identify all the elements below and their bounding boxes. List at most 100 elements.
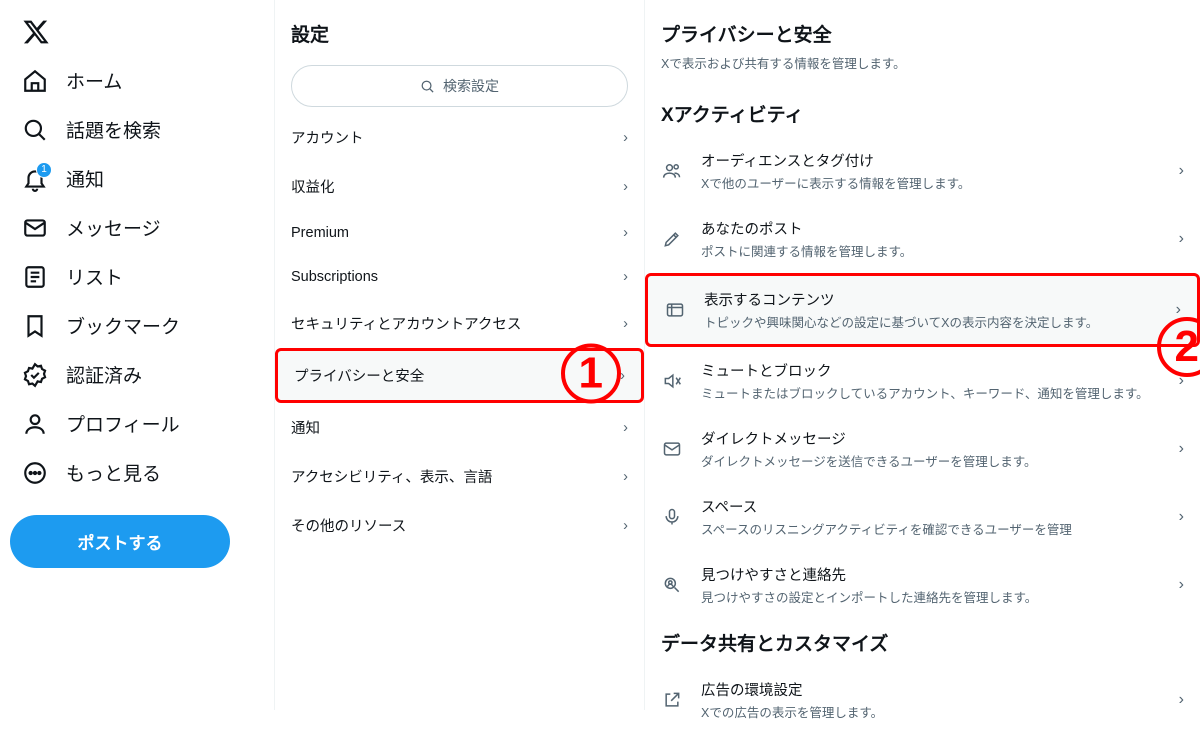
item-desc: ポストに関連する情報を管理します。 — [701, 241, 1161, 260]
chevron-right-icon: › — [1179, 576, 1184, 594]
settings-item-premium[interactable]: Premium › — [275, 211, 644, 255]
detail-item-ads[interactable]: 広告の環境設定 Xでの広告の表示を管理します。 › — [645, 666, 1200, 734]
nav-label: プロフィール — [66, 410, 180, 437]
detail-item-discover[interactable]: 見つけやすさと連絡先見つけやすさの設定とインポートした連絡先を管理します。 › — [645, 551, 1200, 619]
item-title: 広告の環境設定 — [701, 679, 1161, 700]
settings-label: プライバシーと安全 — [294, 365, 424, 386]
settings-item-notifications[interactable]: 通知› — [275, 403, 644, 452]
detail-item-spaces[interactable]: スペーススペースのリスニングアクティビティを確認できるユーザーを管理 › — [645, 483, 1200, 551]
chevron-right-icon: › — [620, 368, 625, 384]
content-icon — [664, 299, 686, 321]
chevron-right-icon: › — [1179, 372, 1184, 390]
settings-item-accessibility[interactable]: アクセシビリティ、表示、言語 › — [275, 452, 644, 501]
search-icon — [22, 117, 48, 143]
nav-label: メッセージ — [66, 214, 161, 241]
section-activity: Xアクティビティ — [645, 90, 1200, 137]
search-people-icon — [661, 574, 683, 596]
people-icon — [661, 160, 683, 182]
item-title: オーディエンスとタグ付け — [701, 150, 1161, 171]
chevron-right-icon: › — [1179, 508, 1184, 526]
settings-label: Subscriptions — [291, 269, 378, 285]
settings-label: アカウント — [291, 127, 364, 148]
nav-profile[interactable]: プロフィール — [10, 399, 264, 448]
bookmark-icon — [22, 313, 48, 339]
detail-item-posts[interactable]: あなたのポストポストに関連する情報を管理します。 › — [645, 205, 1200, 273]
chevron-right-icon: › — [1176, 301, 1181, 319]
nav-label: 通知 — [66, 165, 104, 192]
detail-column: プライバシーと安全 Xで表示および共有する情報を管理します。 Xアクティビティ … — [645, 0, 1200, 710]
detail-item-dm[interactable]: ダイレクトメッセージダイレクトメッセージを送信できるユーザーを管理します。 › — [645, 415, 1200, 483]
envelope-icon — [661, 438, 683, 460]
settings-item-privacy[interactable]: プライバシーと安全 › 1 — [275, 348, 644, 403]
item-desc: Xでの広告の表示を管理します。 — [701, 702, 1161, 721]
settings-search[interactable]: 検索設定 — [291, 65, 628, 107]
list-icon — [22, 264, 48, 290]
section-data: データ共有とカスタマイズ — [645, 619, 1200, 666]
settings-item-security[interactable]: セキュリティとアカウントアクセス› — [275, 299, 644, 348]
chevron-right-icon: › — [1179, 440, 1184, 458]
item-title: 表示するコンテンツ — [704, 289, 1158, 310]
item-desc: トピックや興味関心などの設定に基づいてXの表示内容を決定します。 — [704, 312, 1158, 331]
item-desc: スペースのリスニングアクティビティを確認できるユーザーを管理 — [701, 519, 1161, 538]
chevron-right-icon: › — [1179, 162, 1184, 180]
notification-badge: 1 — [36, 162, 52, 178]
envelope-icon — [22, 215, 48, 241]
settings-label: その他のリソース — [291, 515, 406, 536]
nav-notifications[interactable]: 1 通知 — [10, 154, 264, 203]
nav-home[interactable]: ホーム — [10, 56, 264, 105]
search-icon — [420, 79, 435, 94]
mute-icon — [661, 370, 683, 392]
nav-label: もっと見る — [66, 459, 161, 486]
settings-item-resources[interactable]: その他のリソース › — [275, 501, 644, 550]
nav-bookmarks[interactable]: ブックマーク — [10, 301, 264, 350]
nav-more[interactable]: もっと見る — [10, 448, 264, 497]
x-logo[interactable] — [10, 8, 264, 56]
settings-column: 設定 検索設定 アカウント › 収益化› Premium › Subscriptio… — [275, 0, 645, 710]
settings-label: アクセシビリティ、表示、言語 — [291, 466, 492, 487]
chevron-right-icon: › — [623, 420, 628, 436]
chevron-right-icon: › — [1179, 691, 1184, 709]
nav-label: リスト — [66, 263, 123, 290]
nav-verified[interactable]: 認証済み — [10, 350, 264, 399]
microphone-icon — [661, 506, 683, 528]
chevron-right-icon: › — [623, 316, 628, 332]
detail-item-audience[interactable]: オーディエンスとタグ付け Xで他のユーザーに表示する情報を管理します。 › — [645, 137, 1200, 205]
chevron-right-icon: › — [1179, 230, 1184, 248]
item-title: ミュートとブロック — [701, 360, 1161, 381]
detail-title: プライバシーと安全 — [645, 10, 1200, 53]
chevron-right-icon: › — [623, 469, 628, 485]
detail-item-content[interactable]: 表示するコンテンツトピックや興味関心などの設定に基づいてXの表示内容を決定します… — [645, 273, 1200, 347]
nav-explore[interactable]: 話題を検索 — [10, 105, 264, 154]
settings-item-account[interactable]: アカウント › — [275, 113, 644, 162]
chevron-right-icon: › — [623, 518, 628, 534]
profile-icon — [22, 411, 48, 437]
item-desc: 見つけやすさの設定とインポートした連絡先を管理します。 — [701, 587, 1161, 606]
verified-icon — [22, 362, 48, 388]
nav-label: 話題を検索 — [66, 116, 161, 143]
item-desc: Xで他のユーザーに表示する情報を管理します。 — [701, 173, 1161, 192]
nav-label: ブックマーク — [66, 312, 180, 339]
settings-title: 設定 — [275, 10, 644, 65]
primary-nav: ホーム 話題を検索 1 通知 メッセージ リスト ブックマーク 認証済み — [0, 0, 275, 710]
item-desc: ミュートまたはブロックしているアカウント、キーワード、通知を管理します。 — [701, 383, 1161, 402]
item-title: あなたのポスト — [701, 218, 1161, 239]
item-desc: ダイレクトメッセージを送信できるユーザーを管理します。 — [701, 451, 1161, 470]
item-title: 見つけやすさと連絡先 — [701, 564, 1161, 585]
nav-label: 認証済み — [66, 361, 142, 388]
item-title: ダイレクトメッセージ — [701, 428, 1161, 449]
item-title: スペース — [701, 496, 1161, 517]
search-placeholder: 検索設定 — [443, 76, 499, 96]
settings-label: Premium — [291, 225, 349, 241]
more-icon — [22, 460, 48, 486]
nav-lists[interactable]: リスト — [10, 252, 264, 301]
chevron-right-icon: › — [623, 130, 628, 146]
post-button[interactable]: ポストする — [10, 515, 230, 568]
settings-item-subscriptions[interactable]: Subscriptions› — [275, 255, 644, 299]
annotation-1: 1 — [579, 348, 603, 398]
external-link-icon — [661, 689, 683, 711]
settings-item-monetization[interactable]: 収益化› — [275, 162, 644, 211]
nav-label: ホーム — [66, 67, 122, 94]
chevron-right-icon: › — [623, 225, 628, 241]
nav-messages[interactable]: メッセージ — [10, 203, 264, 252]
detail-item-mute[interactable]: ミュートとブロックミュートまたはブロックしているアカウント、キーワード、通知を管… — [645, 347, 1200, 415]
